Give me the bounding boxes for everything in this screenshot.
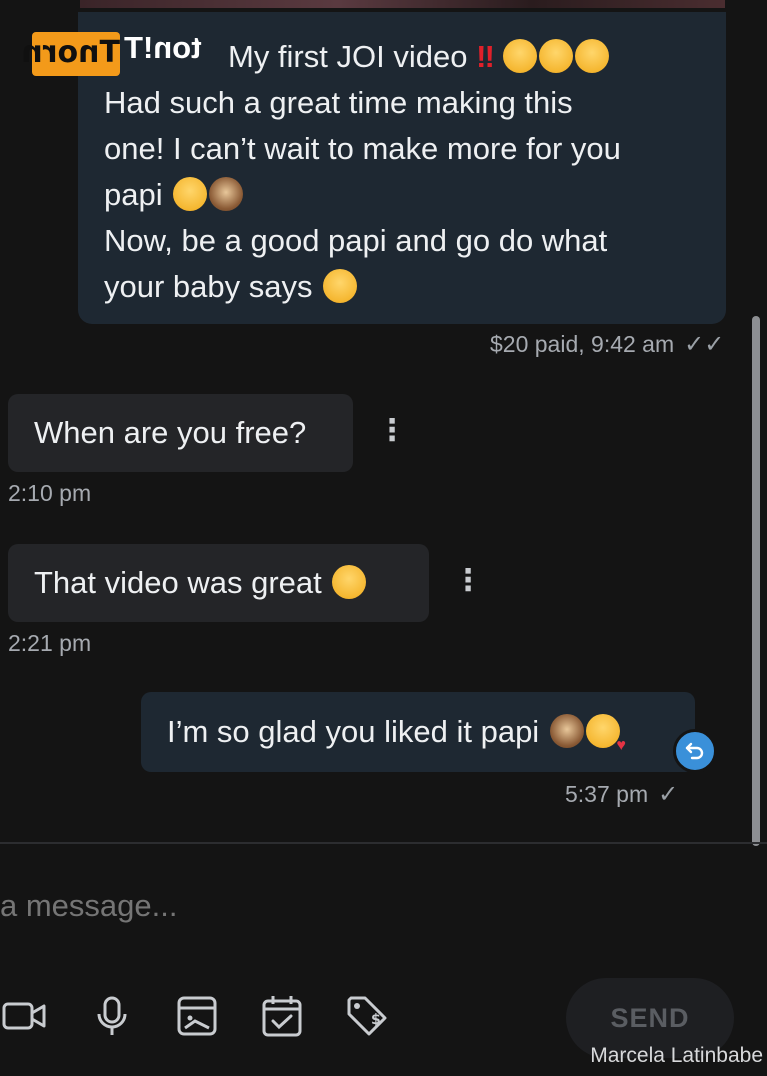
single-check-icon: ✓ (658, 781, 679, 808)
outgoing-message-bubble[interactable]: I’m so glad you liked it papi (141, 692, 695, 786)
grinning-face-icon (503, 39, 538, 73)
paid-message-line: Had such a great time making this (104, 85, 573, 120)
winking-face-icon (323, 269, 358, 303)
weary-face-icon (332, 565, 367, 599)
paid-message-line: papi (104, 177, 163, 212)
calendar-check-icon[interactable] (260, 994, 304, 1038)
undo-icon[interactable] (673, 729, 717, 773)
scrollbar[interactable] (752, 316, 760, 846)
see-no-evil-monkey-icon (549, 714, 584, 748)
grinning-face-icon (539, 39, 574, 73)
paid-message-line: one! I can’t wait to make more for you (104, 131, 621, 166)
message-input[interactable] (0, 876, 560, 936)
watermark: Marcela Latinbabe (590, 1044, 763, 1067)
message-time: 2:21 pm (8, 630, 92, 656)
paid-message-line: your baby says (104, 269, 313, 304)
paid-message-title: My first JOI video (228, 39, 468, 74)
message-time: 2:10 pm (8, 480, 92, 506)
double-check-icon: ✓✓ (684, 331, 725, 358)
more-options-icon[interactable]: ⋮ (453, 566, 483, 596)
drooling-face-icon (173, 177, 208, 211)
paid-message-line: Now, be a good papi and go do what (104, 223, 608, 258)
microphone-icon[interactable] (90, 994, 134, 1038)
paid-message-meta-row: $20 paid, 9:42 am ✓✓ (490, 330, 724, 359)
composer-divider (0, 842, 767, 844)
double-exclamation-icon: ‼ (476, 39, 495, 74)
brand-logo-overlay-text: ton!T (124, 30, 202, 65)
grinning-face-icon (575, 39, 610, 73)
svg-text:$: $ (371, 1012, 381, 1028)
paid-message-line-row: papi (104, 172, 700, 218)
outgoing-meta-row: 5:37 pm ✓ (565, 780, 678, 809)
smiling-face-with-hearts-icon (585, 706, 626, 786)
brand-logo: Tnorn (21, 32, 120, 76)
see-no-evil-monkey-icon (209, 177, 244, 211)
more-options-icon[interactable]: ⋮ (377, 416, 407, 446)
paid-message-line-row: your baby says (104, 264, 700, 310)
message-text: When are you free? (34, 415, 307, 450)
paid-message-meta: $20 paid, 9:42 am (490, 331, 675, 357)
incoming-message-bubble[interactable]: That video was great (8, 544, 429, 622)
video-icon[interactable] (2, 994, 46, 1038)
message-time: 5:37 pm (565, 781, 649, 807)
price-tag-icon[interactable]: $ (345, 994, 389, 1038)
message-text: That video was great (34, 565, 322, 600)
message-text: I’m so glad you liked it papi (167, 714, 540, 749)
media-preview-strip[interactable] (80, 0, 725, 8)
incoming-message-bubble[interactable]: When are you free? (8, 394, 353, 472)
image-icon[interactable] (175, 994, 219, 1038)
